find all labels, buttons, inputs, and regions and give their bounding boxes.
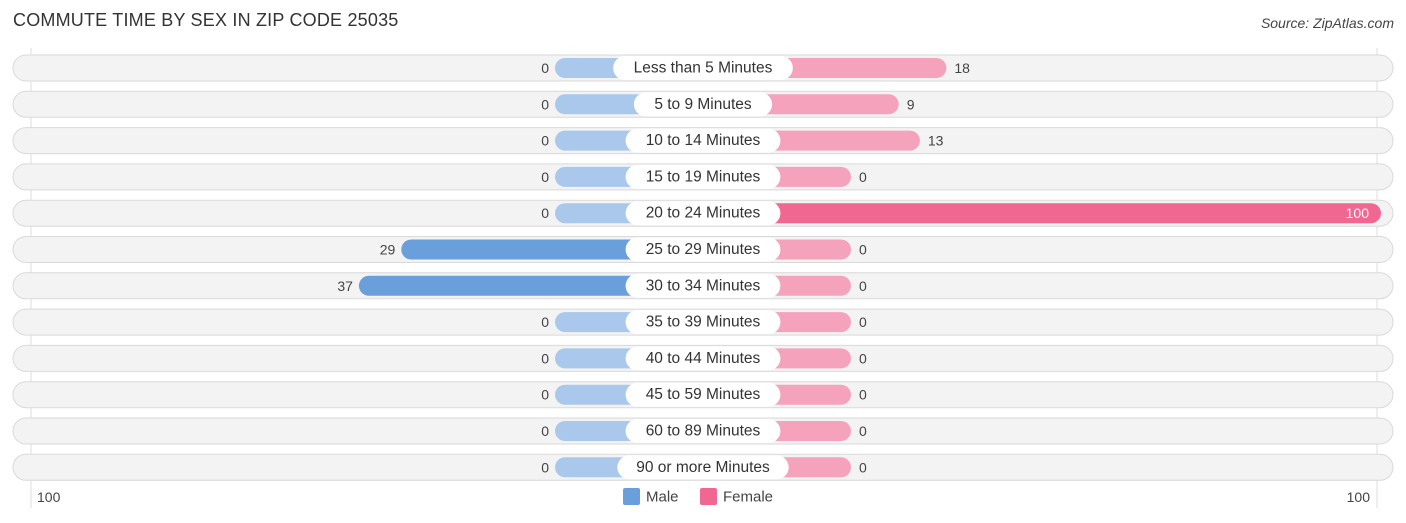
female-value-label: 100 xyxy=(1346,205,1370,221)
category-label: 25 to 29 Minutes xyxy=(646,241,761,258)
female-value-label: 0 xyxy=(859,278,867,294)
female-value-label: 0 xyxy=(859,459,867,475)
male-value-label: 0 xyxy=(541,205,549,221)
male-value-label: 0 xyxy=(541,133,549,149)
female-value-label: 0 xyxy=(859,387,867,403)
male-value-label: 0 xyxy=(541,350,549,366)
category-label: 15 to 19 Minutes xyxy=(646,168,761,185)
category-label: 35 to 39 Minutes xyxy=(646,314,761,331)
legend-male-swatch xyxy=(623,488,640,505)
female-value-label: 0 xyxy=(859,314,867,330)
category-label: 60 to 89 Minutes xyxy=(646,423,761,440)
female-value-label: 0 xyxy=(859,423,867,439)
category-label: 10 to 14 Minutes xyxy=(646,132,761,149)
category-label: 90 or more Minutes xyxy=(636,459,770,476)
axis-right-label: 100 xyxy=(1347,489,1371,505)
female-value-label: 0 xyxy=(859,350,867,366)
legend-female-swatch xyxy=(700,488,717,505)
female-value-label: 18 xyxy=(954,60,970,76)
axis-left-label: 100 xyxy=(37,489,61,505)
male-value-label: 37 xyxy=(337,278,353,294)
category-label: 5 to 9 Minutes xyxy=(654,96,752,113)
category-label: Less than 5 Minutes xyxy=(634,60,773,77)
category-label: 20 to 24 Minutes xyxy=(646,205,761,222)
female-value-label: 0 xyxy=(859,242,867,258)
female-bar[interactable] xyxy=(703,203,1381,224)
chart: Less than 5 Minutes 0 18 5 to 9 Minutes 0 9 10… xyxy=(12,48,1394,508)
legend-female-label: Female xyxy=(723,489,773,506)
female-value-label: 0 xyxy=(859,169,867,185)
male-value-label: 0 xyxy=(541,423,549,439)
male-value-label: 0 xyxy=(541,314,549,330)
category-label: 45 to 59 Minutes xyxy=(646,386,761,403)
female-value-label: 9 xyxy=(907,96,915,112)
male-value-label: 0 xyxy=(541,60,549,76)
male-value-label: 29 xyxy=(380,242,396,258)
legend-male-label: Male xyxy=(646,489,679,506)
category-label: 30 to 34 Minutes xyxy=(646,277,761,294)
female-value-label: 13 xyxy=(928,133,944,149)
male-value-label: 0 xyxy=(541,96,549,112)
category-label: 40 to 44 Minutes xyxy=(646,350,761,367)
male-value-label: 0 xyxy=(541,169,549,185)
male-value-label: 0 xyxy=(541,387,549,403)
male-value-label: 0 xyxy=(541,459,549,475)
